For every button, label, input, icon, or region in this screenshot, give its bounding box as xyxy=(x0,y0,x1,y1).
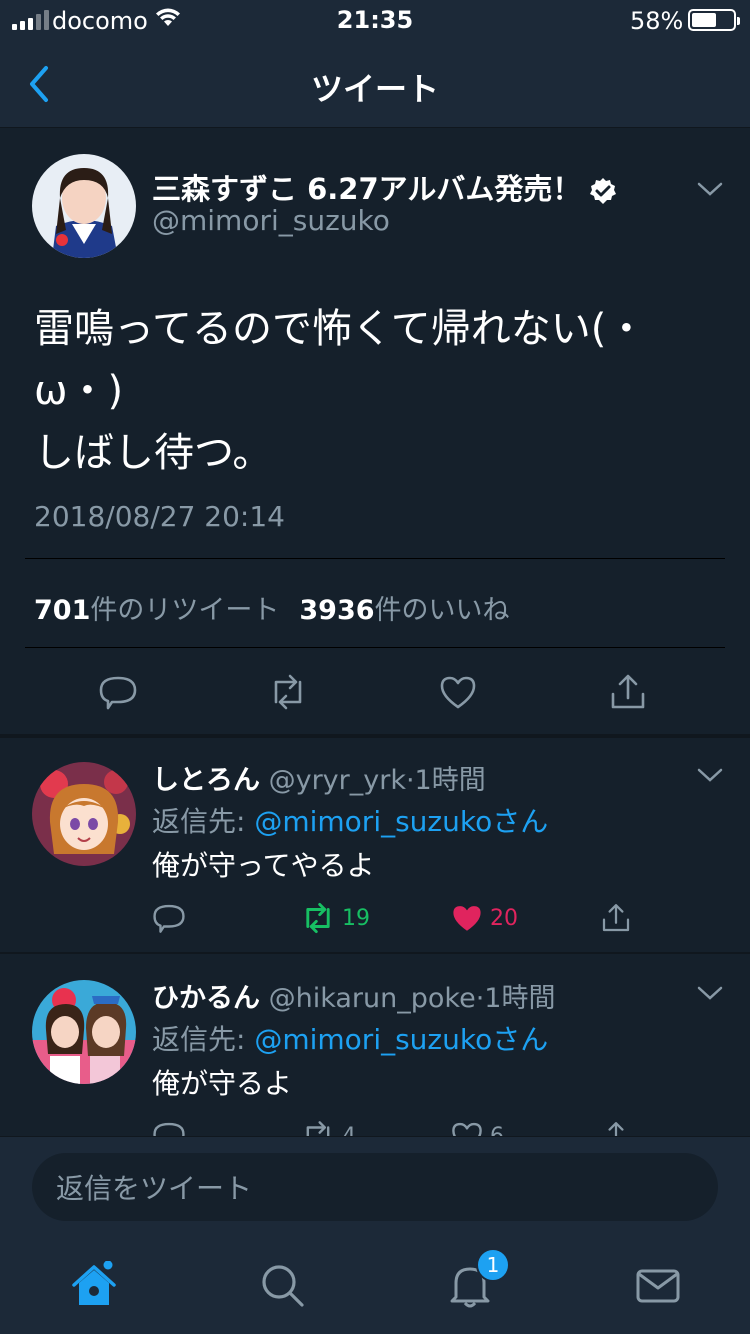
reply-author-handle: @hikarun_poke xyxy=(268,983,476,1014)
main-tweet: 三森すずこ 6.27アルバム発売！ @mimori_suzuko 雷鳴ってるので… xyxy=(0,128,750,734)
author-name: 三森すずこ 6.27アルバム発売！ xyxy=(152,166,617,208)
reply-compose-input[interactable]: 返信をツイート xyxy=(32,1153,718,1221)
reply-header: ひかるん @hikarun_poke·1時間 xyxy=(152,976,555,1015)
replying-to-prefix: 返信先: xyxy=(152,1023,255,1056)
retweet-count-label: 件のリツイート xyxy=(90,595,280,626)
reply-action[interactable] xyxy=(152,900,186,936)
retweet-icon[interactable] xyxy=(268,672,308,712)
reply-header: しとろん @yryr_yrk·1時間 xyxy=(152,758,486,797)
reply-author-name: ひかるん xyxy=(152,983,260,1014)
notification-badge: 1 xyxy=(476,1248,510,1282)
messages-icon[interactable] xyxy=(634,1261,682,1309)
share-icon[interactable] xyxy=(608,672,648,712)
chevron-down-icon[interactable] xyxy=(696,180,724,198)
reply-text: 俺が守ってやるよ xyxy=(152,849,375,882)
retweet-action[interactable]: 4 xyxy=(300,1118,356,1136)
mention-link[interactable]: @mimori_suzukoさん xyxy=(254,805,548,838)
share-icon[interactable] xyxy=(600,1119,632,1136)
like-action[interactable]: 6 xyxy=(450,1118,504,1136)
verified-badge-icon xyxy=(590,178,617,204)
like-stat[interactable]: 3936件のいいね xyxy=(299,595,509,626)
author-avatar[interactable] xyxy=(32,154,136,258)
status-bar: docomo 21:35 58% xyxy=(0,0,750,40)
retweet-count: 19 xyxy=(342,905,370,931)
retweet-action[interactable]: 19 xyxy=(300,900,370,936)
reply-time: ·1時間 xyxy=(475,983,556,1014)
replying-to: 返信先: @mimori_suzukoさん xyxy=(152,800,548,840)
retweet-icon[interactable] xyxy=(300,901,336,935)
reply-tweet[interactable]: ひかるん @hikarun_poke·1時間 返信先: @mimori_suzu… xyxy=(0,956,750,1136)
replying-to: 返信先: @mimori_suzukoさん xyxy=(152,1018,548,1058)
reply-tweet[interactable]: しとろん @yryr_yrk·1時間 返信先: @mimori_suzukoさん… xyxy=(0,738,750,952)
share-icon[interactable] xyxy=(600,901,632,935)
like-icon[interactable] xyxy=(438,672,478,712)
reply-icon[interactable] xyxy=(152,1119,186,1136)
page-title: ツイート xyxy=(310,70,439,108)
like-count: 6 xyxy=(490,1123,504,1137)
like-action[interactable]: 20 xyxy=(450,900,518,936)
retweet-stat[interactable]: 701件のリツイート xyxy=(34,595,279,626)
reply-compose-placeholder: 返信をツイート xyxy=(56,1172,253,1205)
reply-icon[interactable] xyxy=(98,672,138,712)
replying-to-prefix: 返信先: xyxy=(152,805,255,838)
like-count: 20 xyxy=(490,905,518,931)
reply-author-name: しとろん xyxy=(152,765,260,796)
retweet-count: 4 xyxy=(342,1123,356,1137)
battery-icon xyxy=(688,9,740,31)
like-icon[interactable] xyxy=(450,1119,484,1136)
like-count: 3936 xyxy=(299,595,375,626)
tweet-timestamp: 2018/08/27 20:14 xyxy=(34,500,285,533)
reply-time: ·1時間 xyxy=(405,765,486,796)
like-filled-icon[interactable] xyxy=(450,901,484,935)
share-action[interactable] xyxy=(600,900,632,936)
search-icon[interactable] xyxy=(258,1261,306,1309)
chevron-down-icon[interactable] xyxy=(696,766,724,784)
tweet-text: 雷鳴ってるので怖くて帰れない(・ ω・) しばし待つ。 xyxy=(34,306,647,476)
chevron-down-icon[interactable] xyxy=(696,984,724,1002)
divider-line xyxy=(25,647,725,648)
navigation-bar: ツイート xyxy=(0,40,750,128)
reply-text: 俺が守るよ xyxy=(152,1067,293,1100)
bottom-bar: 返信をツイート xyxy=(0,1136,750,1334)
reply-icon[interactable] xyxy=(152,901,186,935)
mention-link[interactable]: @mimori_suzukoさん xyxy=(254,1023,548,1056)
author-name-text: 三森すずこ 6.27アルバム発売！ xyxy=(152,172,582,206)
tweet-stats: 701件のリツイート 3936件のいいね xyxy=(34,588,510,627)
divider-line xyxy=(25,558,725,559)
retweet-count: 701 xyxy=(34,595,91,626)
reply-author-handle: @yryr_yrk xyxy=(268,765,406,796)
reply-avatar[interactable] xyxy=(32,980,136,1084)
author-handle: @mimori_suzuko xyxy=(152,204,390,237)
share-action[interactable] xyxy=(600,1118,632,1136)
retweet-icon[interactable] xyxy=(300,1119,336,1136)
reply-avatar[interactable] xyxy=(32,762,136,866)
battery-percentage: 58% xyxy=(630,7,684,35)
like-count-label: 件のいいね xyxy=(374,595,510,626)
reply-action[interactable] xyxy=(152,1118,186,1136)
section-divider xyxy=(0,952,750,954)
home-icon[interactable] xyxy=(70,1261,118,1309)
